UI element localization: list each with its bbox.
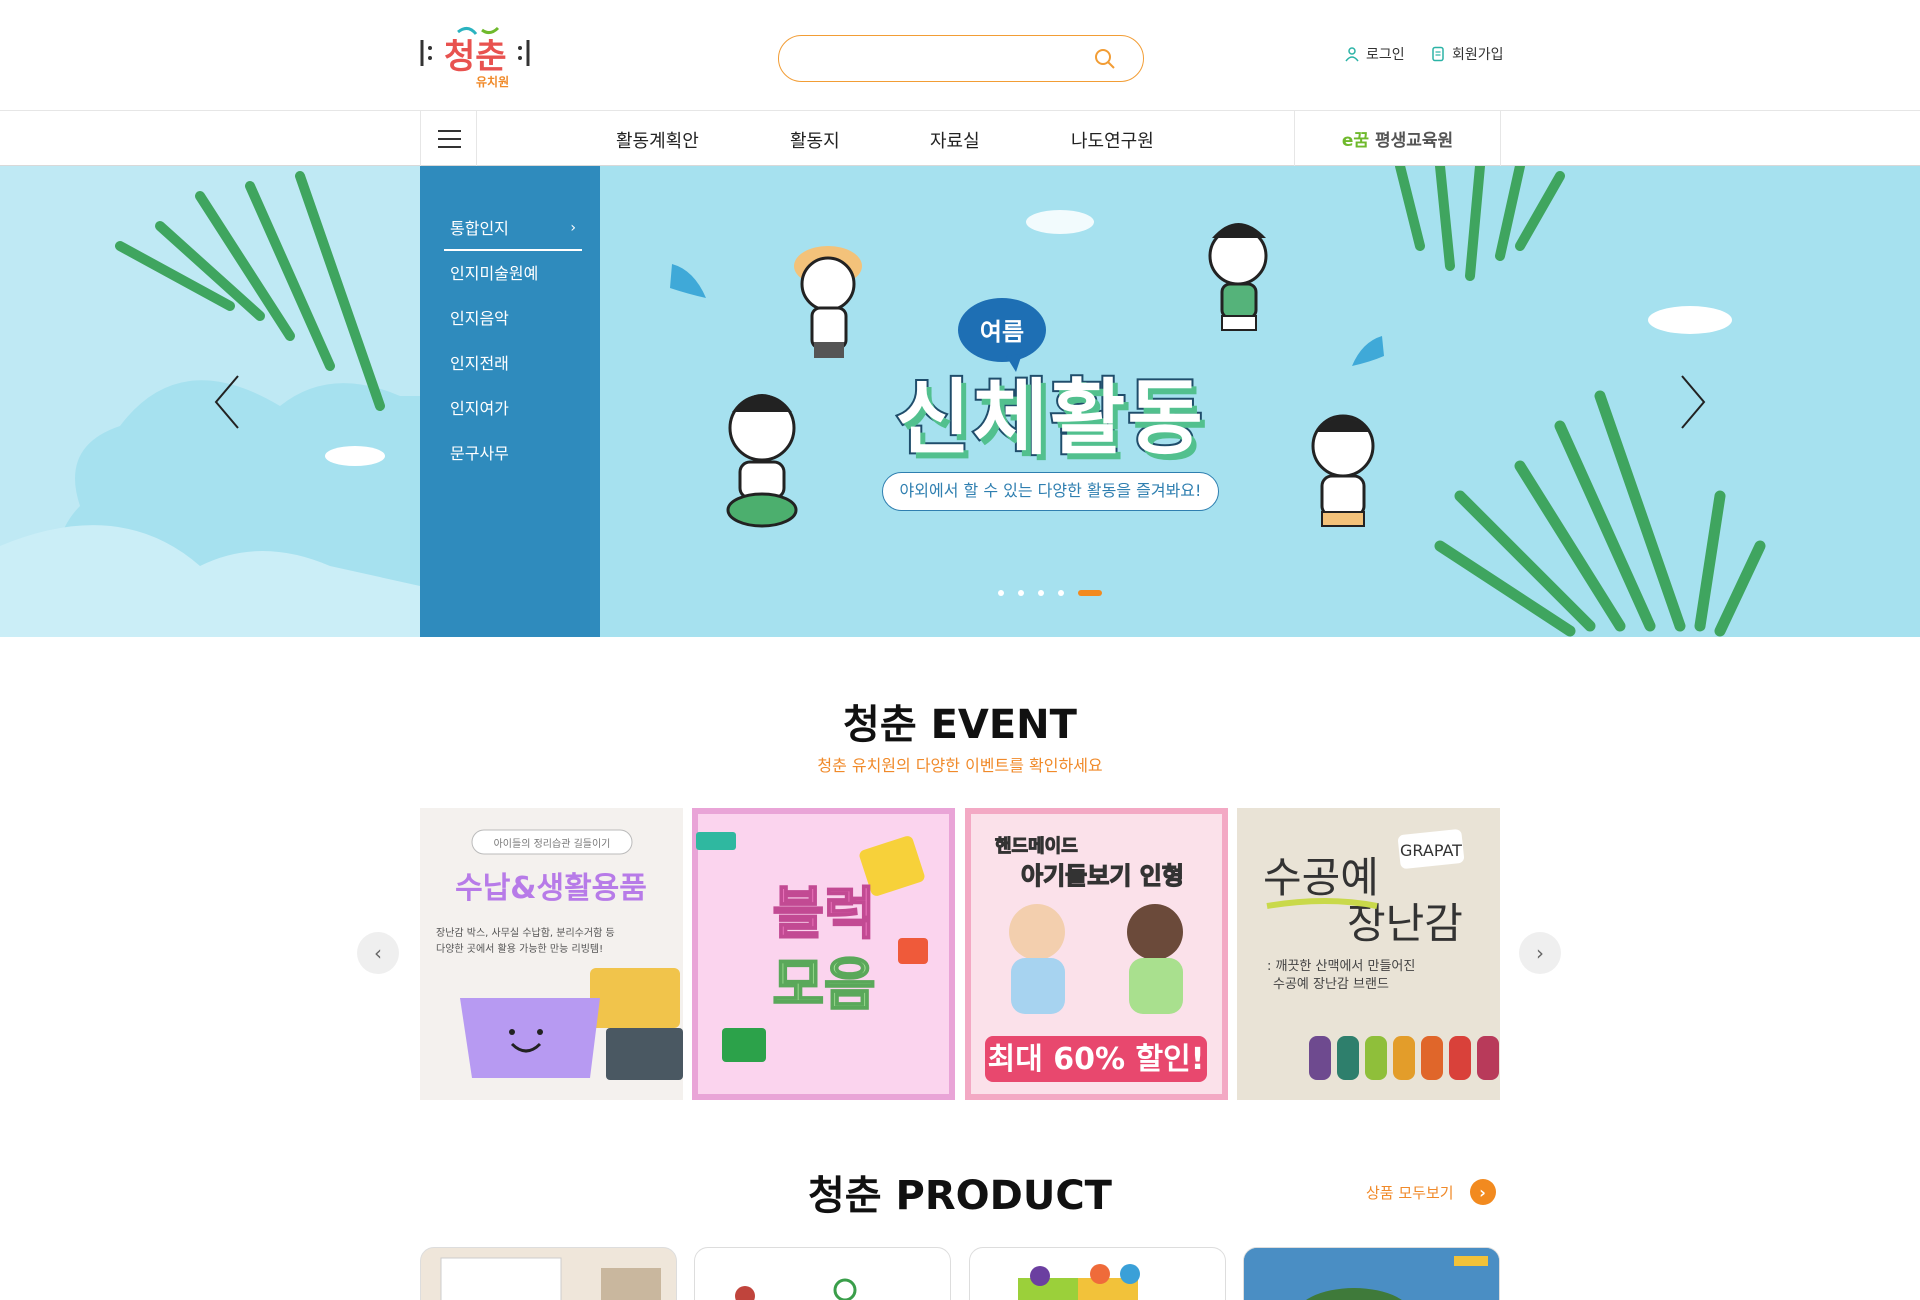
event-card-desc: 장난감 박스, 사무실 수납함, 분리수거함 등 — [436, 927, 615, 939]
nav-item-resources[interactable]: 자료실 — [930, 127, 980, 153]
product-card[interactable] — [694, 1247, 951, 1300]
side-item-stationery[interactable]: 문구사무 — [450, 431, 600, 476]
product-image — [440, 1257, 661, 1300]
category-side-menu: 통합인지 › 인지미술원예 인지음악 인지전래 인지여가 문구사무 — [420, 166, 600, 637]
event-next-button[interactable]: › — [1519, 932, 1561, 974]
season-badge-label: 여름 — [980, 318, 1024, 346]
event-card-title: 블럭 — [772, 882, 875, 947]
hero-title: 신체활동 — [893, 369, 1205, 468]
product-section-title: 청춘 PRODUCT — [808, 1173, 1112, 1219]
search-icon[interactable] — [1093, 47, 1117, 71]
wooden-pegs-illustration — [1309, 1036, 1499, 1080]
event-card-promo: 최대 60% 할인! — [988, 1042, 1205, 1077]
user-icon — [1345, 47, 1359, 62]
event-card-tag: 아이들의 정리습관 길들이기 — [494, 837, 611, 850]
event-card-desc: 다양한 곳에서 활용 가능한 만능 리빙템! — [436, 942, 603, 955]
kid-green-dress-illustration — [1208, 223, 1268, 331]
product-card[interactable] — [420, 1247, 677, 1300]
event-card-blocks[interactable]: 블럭 모음 — [692, 808, 955, 1100]
product-card[interactable] — [969, 1247, 1226, 1300]
side-item-label: 통합인지 — [450, 219, 509, 238]
event-card-dolls-art: 핸드메이드 아기돌보기 인형 최대 60% 할인! — [971, 814, 1222, 1094]
chevron-right-icon: › — [1536, 941, 1544, 965]
join-link[interactable]: 회원가입 — [1430, 44, 1504, 64]
event-card-storage[interactable]: 아이들의 정리습관 길들이기 수납&생활용품 장난감 박스, 사무실 수납함, … — [420, 808, 683, 1100]
event-card-handcraft-art: 수공예 장난감 GRAPAT : 깨끗한 산맥에서 만들어진 수공예 장난감 브… — [1263, 829, 1499, 1080]
logo-subtext: 유치원 — [476, 74, 509, 89]
join-label: 회원가입 — [1452, 47, 1504, 63]
hero-prev-arrow-icon[interactable] — [212, 374, 242, 430]
event-card-blocks-art: 블럭 모음 — [696, 814, 949, 1094]
nav-item-researcher[interactable]: 나도연구원 — [1071, 127, 1154, 153]
event-card-brand: GRAPAT — [1400, 841, 1462, 860]
partner-link[interactable]: e꿈 평생교육원 — [1294, 111, 1501, 166]
event-card-storage-art: 아이들의 정리습관 길들이기 수납&생활용품 장난감 박스, 사무실 수납함, … — [436, 829, 683, 1080]
side-item-integrated-cognition[interactable]: 통합인지 › — [444, 206, 582, 251]
view-all-label: 상품 모두보기 — [1366, 1183, 1454, 1202]
event-section-subtitle: 청춘 유치원의 다양한 이벤트를 확인하세요 — [817, 756, 1103, 775]
event-card-desc: 수공예 장난감 브랜드 — [1273, 977, 1389, 992]
event-card-title: 모음 — [772, 953, 875, 1018]
event-section-title: 청춘 EVENT — [843, 702, 1077, 748]
kid-polka-shirt-illustration — [1311, 414, 1375, 527]
kid-white-top-illustration — [726, 394, 798, 528]
login-label: 로그인 — [1366, 47, 1405, 63]
slide-dot-active[interactable] — [1078, 590, 1102, 596]
product-image — [1244, 1248, 1499, 1300]
event-card-desc: : 깨끗한 산맥에서 만들어진 — [1267, 959, 1415, 974]
nav-item-activity-plan[interactable]: 활동계획안 — [616, 127, 699, 153]
event-card-title: 수공예 — [1263, 853, 1379, 902]
logo-text: 청춘 — [444, 37, 507, 77]
nav-item-worksheet[interactable]: 활동지 — [790, 127, 840, 153]
slide-dot[interactable] — [998, 590, 1004, 596]
partner-name: 평생교육원 — [1374, 131, 1454, 151]
product-image — [735, 1278, 857, 1300]
partner-logo: e꿈 — [1341, 131, 1369, 151]
product-image — [1018, 1264, 1140, 1300]
chevron-right-icon: › — [570, 220, 576, 236]
event-card-title: 수납&생활용품 — [455, 871, 647, 906]
hero-banner: 통합인지 › 인지미술원예 인지음악 인지전래 인지여가 문구사무 여름 신체활… — [0, 166, 1920, 637]
event-prev-button[interactable]: ‹ — [357, 932, 399, 974]
site-header: 청춘 유치원 로그인 회원가입 — [0, 0, 1920, 110]
event-card-title: 아기돌보기 인형 — [1021, 862, 1184, 890]
product-card[interactable] — [1243, 1247, 1500, 1300]
slide-dot[interactable] — [1038, 590, 1044, 596]
side-item-art-gardening[interactable]: 인지미술원예 — [450, 251, 600, 296]
logo[interactable]: 청춘 유치원 — [418, 20, 532, 92]
login-link[interactable]: 로그인 — [1344, 44, 1405, 64]
event-card-title: 핸드메이드 — [995, 836, 1078, 857]
slide-dot[interactable] — [1018, 590, 1024, 596]
main-nav: 활동계획안 활동지 자료실 나도연구원 e꿈 평생교육원 — [0, 110, 1920, 166]
search-box[interactable] — [778, 35, 1144, 82]
side-item-music[interactable]: 인지음악 — [450, 296, 600, 341]
chevron-left-icon: ‹ — [374, 941, 382, 965]
slide-pagination — [998, 590, 1102, 596]
menu-button[interactable] — [420, 111, 477, 166]
chevron-right-icon: › — [1469, 1179, 1496, 1205]
event-card-handcraft[interactable]: 수공예 장난감 GRAPAT : 깨끗한 산맥에서 만들어진 수공예 장난감 브… — [1237, 808, 1500, 1100]
hero-caption: 야외에서 할 수 있는 다양한 활동을 즐겨봐요! — [882, 472, 1219, 511]
event-card-dolls[interactable]: 핸드메이드 아기돌보기 인형 최대 60% 할인! — [965, 808, 1228, 1100]
side-item-traditional[interactable]: 인지전래 — [450, 341, 600, 386]
document-icon — [1432, 46, 1444, 62]
side-item-leisure[interactable]: 인지여가 — [450, 386, 600, 431]
view-all-products-link[interactable]: 상품 모두보기 › — [1366, 1179, 1496, 1205]
hero-next-arrow-icon[interactable] — [1678, 374, 1708, 430]
slide-dot[interactable] — [1058, 590, 1064, 596]
kid-with-hat-illustration — [794, 246, 862, 358]
